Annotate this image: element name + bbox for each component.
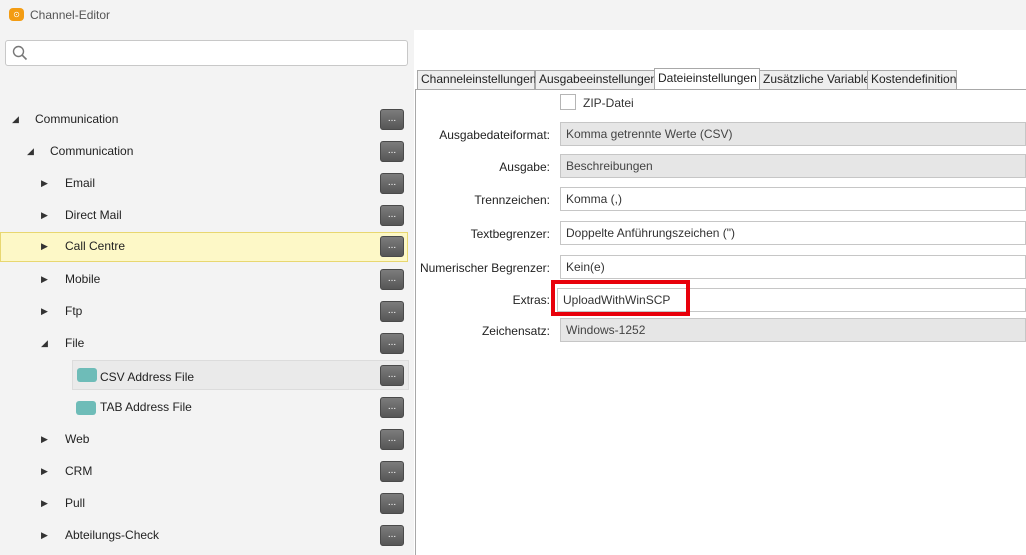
tree-item-communication[interactable]: ◢ Communication ... bbox=[0, 137, 408, 167]
separator-field[interactable]: Komma (,) bbox=[560, 187, 1026, 211]
text-qualifier-field[interactable]: Doppelte Anführungszeichen (") bbox=[560, 221, 1026, 245]
numeric-qualifier-field[interactable]: Kein(e) bbox=[560, 255, 1026, 279]
item-options-button[interactable]: ... bbox=[380, 205, 404, 226]
search-box[interactable] bbox=[5, 40, 408, 66]
charset-label: Zeichensatz: bbox=[481, 324, 550, 338]
tree-item-file[interactable]: ◢ File ... bbox=[0, 329, 408, 359]
tab-dateieinstellungen[interactable]: Dateieinstellungen bbox=[654, 68, 760, 89]
expand-arrow-icon[interactable]: ▶ bbox=[41, 498, 51, 508]
window-title: Channel-Editor bbox=[30, 8, 111, 22]
tree-item-label: Abteilungs-Check bbox=[65, 528, 160, 542]
tree-item-label: Mobile bbox=[65, 272, 101, 286]
tree-item-label: Communication bbox=[50, 144, 134, 158]
tree-item-label: File bbox=[65, 336, 85, 350]
separator-label: Trennzeichen: bbox=[474, 193, 550, 207]
search-input[interactable] bbox=[32, 43, 406, 65]
file-channel-icon bbox=[77, 368, 97, 382]
charset-dropdown[interactable]: Windows-1252 bbox=[560, 318, 1026, 342]
tree-item-crm[interactable]: ▶ CRM ... bbox=[0, 457, 408, 487]
output-format-label: Ausgabedateiformat: bbox=[439, 128, 550, 142]
tab-channeleinstellungen[interactable]: Channeleinstellungen bbox=[417, 70, 536, 89]
tree-item-label: Email bbox=[65, 176, 96, 190]
numeric-qualifier-label: Numerischer Begrenzer: bbox=[419, 261, 550, 275]
search-icon bbox=[12, 45, 28, 61]
tree-item-communication-root[interactable]: ◢ Communication ... bbox=[0, 105, 408, 135]
title-bar: ⊙ Channel-Editor bbox=[0, 0, 1026, 30]
output-label: Ausgabe: bbox=[499, 160, 550, 174]
expand-arrow-icon[interactable]: ▶ bbox=[41, 434, 51, 444]
item-options-button[interactable]: ... bbox=[380, 173, 404, 194]
tab-zusaetzliche-variable[interactable]: Zusätzliche Variable bbox=[759, 70, 870, 89]
tree-item-label: Communication bbox=[35, 112, 119, 126]
tree-item-mobile[interactable]: ▶ Mobile ... bbox=[0, 265, 408, 295]
tree-item-label: Pull bbox=[65, 496, 86, 510]
zip-file-checkbox[interactable] bbox=[560, 94, 576, 110]
collapse-arrow-icon[interactable]: ◢ bbox=[12, 114, 22, 124]
expand-arrow-icon[interactable]: ▶ bbox=[41, 274, 51, 284]
expand-arrow-icon[interactable]: ▶ bbox=[41, 306, 51, 316]
item-options-button[interactable]: ... bbox=[380, 461, 404, 482]
item-options-button[interactable]: ... bbox=[380, 333, 404, 354]
item-options-button[interactable]: ... bbox=[380, 525, 404, 546]
tree-item-direct-mail[interactable]: ▶ Direct Mail ... bbox=[0, 201, 408, 231]
item-options-button[interactable]: ... bbox=[380, 141, 404, 162]
tree-item-label: Web bbox=[65, 432, 90, 446]
tree-item-abteilungs-check[interactable]: ▶ Abteilungs-Check ... bbox=[0, 521, 408, 551]
item-options-button[interactable]: ... bbox=[380, 365, 404, 386]
app-logo-icon: ⊙ bbox=[9, 8, 24, 21]
item-options-button[interactable]: ... bbox=[380, 429, 404, 450]
text-qualifier-label: Textbegrenzer: bbox=[470, 227, 550, 241]
tab-kostendefinition[interactable]: Kostendefinition bbox=[867, 70, 957, 89]
item-options-button[interactable]: ... bbox=[380, 236, 404, 257]
tree-item-label: Ftp bbox=[65, 304, 83, 318]
item-options-button[interactable]: ... bbox=[380, 301, 404, 322]
tab-ausgabeeinstellungen[interactable]: Ausgabeeinstellungen bbox=[535, 70, 657, 89]
tree-item-tab-address-file[interactable]: TAB Address File ... bbox=[0, 393, 408, 423]
expand-arrow-icon[interactable]: ▶ bbox=[41, 178, 51, 188]
tree-item-label: Direct Mail bbox=[65, 208, 122, 222]
item-options-button[interactable]: ... bbox=[380, 493, 404, 514]
tree-item-csv-address-file[interactable]: CSV Address File ... bbox=[72, 360, 409, 390]
tree-item-label: CSV Address File bbox=[100, 370, 195, 384]
expand-arrow-icon[interactable]: ▶ bbox=[41, 210, 51, 220]
output-format-dropdown[interactable]: Komma getrennte Werte (CSV) bbox=[560, 122, 1026, 146]
tree-item-label: TAB Address File bbox=[100, 400, 192, 414]
extras-label: Extras: bbox=[512, 293, 550, 307]
item-options-button[interactable]: ... bbox=[380, 109, 404, 130]
expand-arrow-icon[interactable]: ▶ bbox=[41, 466, 51, 476]
tree-item-call-centre[interactable]: ▶ Call Centre ... bbox=[0, 232, 408, 262]
expand-arrow-icon[interactable]: ▶ bbox=[41, 241, 51, 251]
output-dropdown[interactable]: Beschreibungen bbox=[560, 154, 1026, 178]
collapse-arrow-icon[interactable]: ◢ bbox=[41, 338, 51, 348]
tree-item-label: Call Centre bbox=[65, 239, 126, 253]
expand-arrow-icon[interactable]: ▶ bbox=[41, 530, 51, 540]
tree-item-web[interactable]: ▶ Web ... bbox=[0, 425, 408, 455]
file-channel-icon bbox=[76, 401, 96, 415]
tree-item-label: CRM bbox=[65, 464, 93, 478]
zip-file-label: ZIP-Datei bbox=[583, 96, 634, 110]
item-options-button[interactable]: ... bbox=[380, 397, 404, 418]
tree-item-email[interactable]: ▶ Email ... bbox=[0, 169, 408, 199]
tree-item-ftp[interactable]: ▶ Ftp ... bbox=[0, 297, 408, 327]
collapse-arrow-icon[interactable]: ◢ bbox=[27, 146, 37, 156]
extras-highlight-frame bbox=[551, 280, 690, 316]
tree-item-pull[interactable]: ▶ Pull ... bbox=[0, 489, 408, 519]
item-options-button[interactable]: ... bbox=[380, 269, 404, 290]
